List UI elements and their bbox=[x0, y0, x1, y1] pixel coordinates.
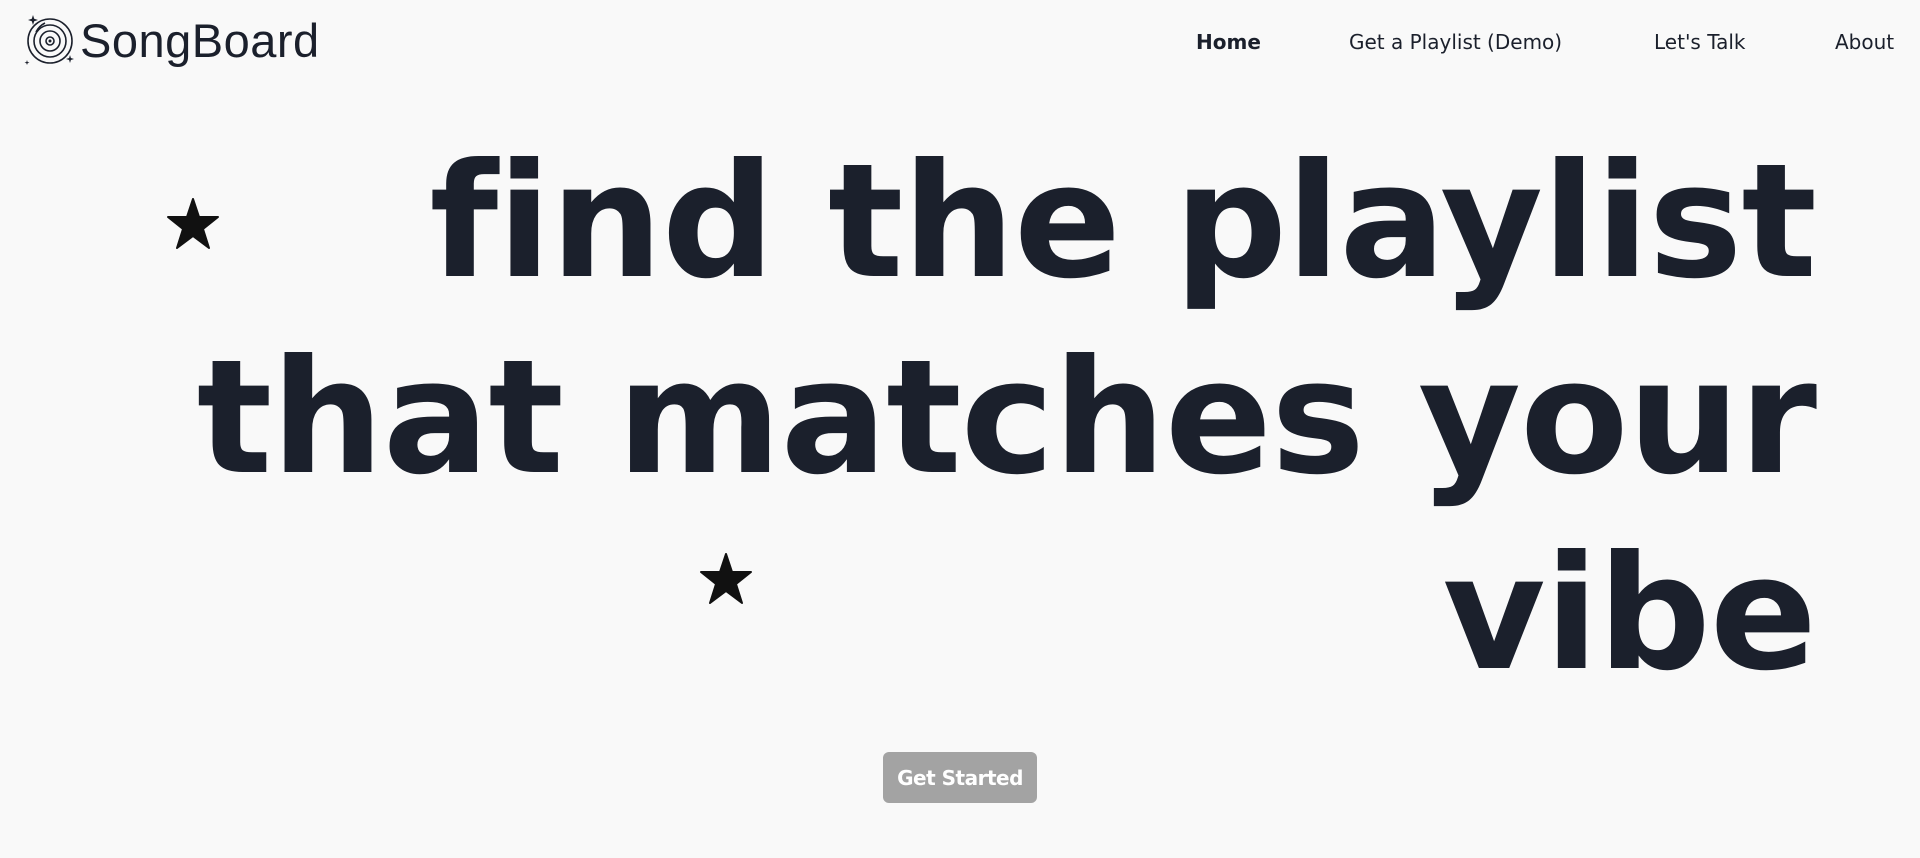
get-started-button[interactable]: Get Started bbox=[883, 752, 1037, 803]
landing-page: SongBoard Home Get a Playlist (Demo) Let… bbox=[0, 0, 1920, 858]
nav-get-playlist-demo[interactable]: Get a Playlist (Demo) bbox=[1349, 28, 1562, 56]
nav-home[interactable]: Home bbox=[1196, 28, 1261, 56]
hero-line: vibe bbox=[1442, 522, 1817, 706]
hero-headline: find the playlist that matches your vibe bbox=[196, 130, 1817, 712]
hero-line: that matches your bbox=[196, 326, 1817, 510]
nav-about[interactable]: About bbox=[1835, 28, 1894, 56]
hero-line: find the playlist bbox=[429, 130, 1817, 314]
main-nav: Home Get a Playlist (Demo) Let's Talk Ab… bbox=[0, 28, 1920, 58]
nav-lets-talk[interactable]: Let's Talk bbox=[1654, 28, 1746, 56]
